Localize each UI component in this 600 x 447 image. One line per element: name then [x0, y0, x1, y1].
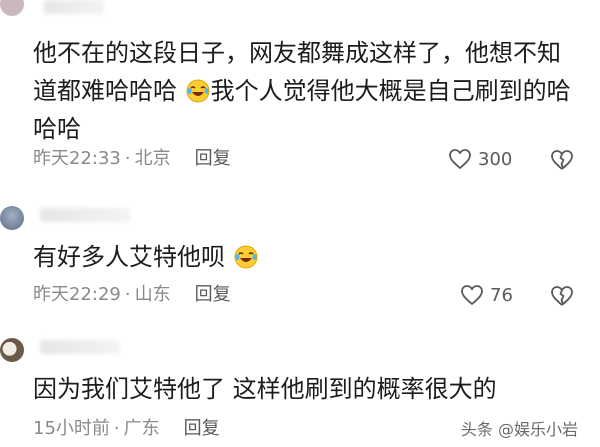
- location: 广东: [123, 418, 160, 439]
- heart-icon: [461, 285, 483, 306]
- separator: ·: [113, 418, 120, 439]
- laughing-tears-emoji-icon: [234, 245, 258, 269]
- watermark-text: 头条 @娱乐小岩: [458, 415, 580, 441]
- comment-2: 有好多人艾特他呗 昨天22:29 · 山东 回复 76: [0, 198, 600, 318]
- comment-meta: 昨天22:29 · 山东 回复: [33, 282, 231, 308]
- reply-button[interactable]: 回复: [184, 418, 220, 439]
- comment-text-part1: 因为我们艾特他了 这样他刷到的概率很大的: [33, 375, 497, 403]
- heart-icon: [449, 149, 471, 170]
- separator: ·: [124, 148, 131, 169]
- broken-heart-icon[interactable]: [550, 284, 574, 308]
- like-count: 76: [490, 284, 513, 306]
- avatar[interactable]: [0, 206, 24, 230]
- comment-meta: 15小时前 · 广东 回复: [33, 416, 220, 442]
- comment-text: 他不在的这段日子，网友都舞成这样了，他想不知道都难哈哈哈 我个人觉得他大概是自己…: [33, 34, 578, 148]
- username-blurred[interactable]: [40, 208, 130, 222]
- location: 山东: [134, 284, 171, 305]
- laughing-tears-emoji-icon: [186, 79, 210, 103]
- comment-1: 他不在的这段日子，网友都舞成这样了，他想不知道都难哈哈哈 我个人觉得他大概是自己…: [0, 0, 600, 178]
- reply-button[interactable]: 回复: [195, 148, 231, 169]
- like-button[interactable]: 300: [448, 146, 512, 172]
- avatar[interactable]: [0, 338, 24, 362]
- timestamp: 昨天22:29: [33, 284, 121, 305]
- location: 北京: [134, 148, 171, 169]
- like-count: 300: [478, 148, 513, 170]
- reply-button[interactable]: 回复: [195, 284, 231, 305]
- separator: ·: [124, 284, 131, 305]
- comment-text: 因为我们艾特他了 这样他刷到的概率很大的: [33, 370, 578, 408]
- like-button[interactable]: 76: [460, 282, 513, 308]
- comment-meta: 昨天22:33 · 北京 回复: [33, 146, 231, 172]
- comment-text: 有好多人艾特他呗: [33, 238, 578, 276]
- broken-heart-icon[interactable]: [550, 148, 574, 172]
- username-blurred[interactable]: [44, 0, 104, 14]
- watermark: 头条 @娱乐小岩: [458, 415, 580, 441]
- comment-text-part1: 有好多人艾特他呗: [33, 243, 225, 271]
- avatar[interactable]: [0, 0, 24, 16]
- timestamp: 15小时前: [33, 418, 110, 439]
- timestamp: 昨天22:33: [33, 148, 121, 169]
- username-blurred[interactable]: [40, 340, 120, 354]
